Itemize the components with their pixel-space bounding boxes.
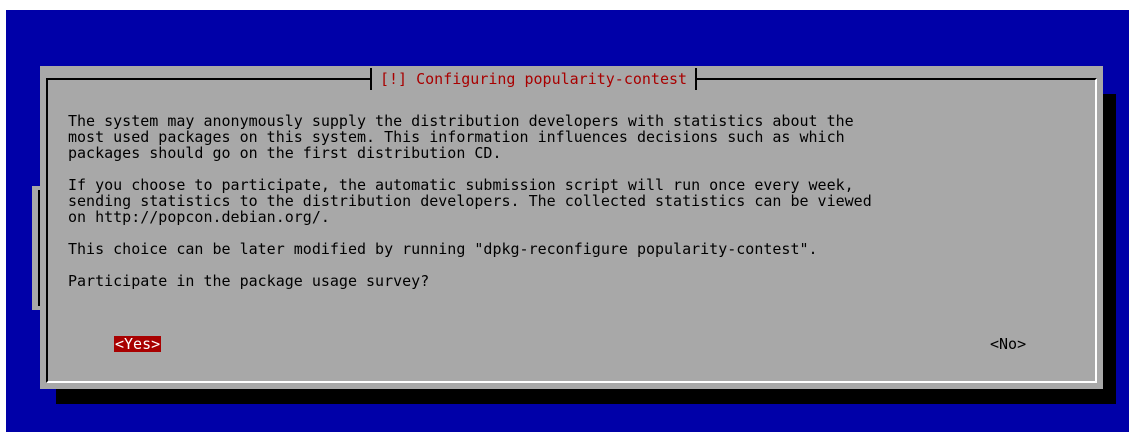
installer-screen: [!] Configuring popularity-contest The s… bbox=[6, 10, 1129, 432]
no-button[interactable]: <No> bbox=[990, 336, 1026, 352]
dialog-body: The system may anonymously supply the di… bbox=[68, 113, 1078, 289]
yes-button[interactable]: <Yes> bbox=[114, 336, 162, 352]
description-paragraph-2: If you choose to participate, the automa… bbox=[68, 176, 872, 226]
dialog-title: [!] Configuring popularity-contest bbox=[370, 68, 698, 90]
survey-question: Participate in the package usage survey? bbox=[68, 272, 430, 290]
description-paragraph-3: This choice can be later modified by run… bbox=[68, 240, 818, 258]
description-paragraph-1: The system may anonymously supply the di… bbox=[68, 112, 854, 162]
popularity-contest-dialog: [!] Configuring popularity-contest The s… bbox=[40, 66, 1103, 389]
